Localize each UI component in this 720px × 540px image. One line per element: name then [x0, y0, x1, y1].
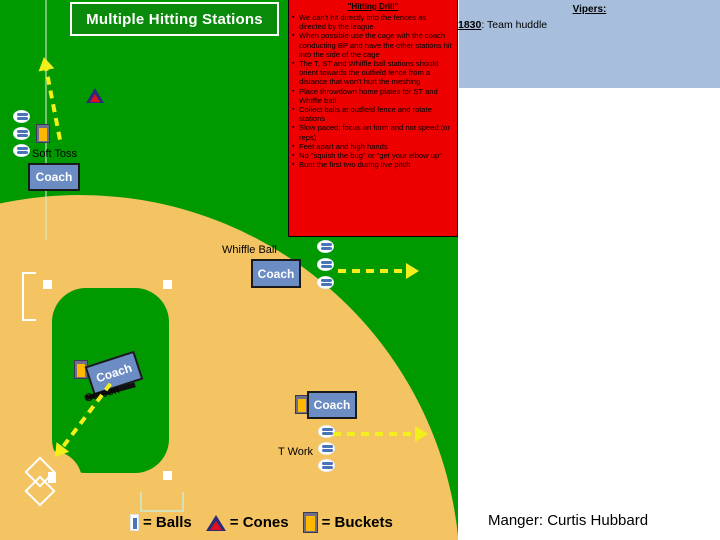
foul-line-extension — [45, 0, 47, 245]
schedule-time: 1830 — [458, 19, 482, 31]
bucket-icon — [36, 124, 50, 143]
bucket-icon — [302, 512, 318, 533]
note-item: The T, ST and Whiffle ball stations shou… — [292, 59, 454, 87]
team-heading: Vipers: — [572, 4, 607, 15]
hitting-drill-notes-panel: "Hitting Drill" We can't hit directly in… — [288, 0, 458, 237]
coach-box-soft-toss[interactable]: Coach — [28, 163, 80, 191]
cone-icon — [205, 514, 226, 531]
coach-box-t-work[interactable]: Coach — [307, 391, 357, 419]
station-label-t-work: T Work — [278, 446, 314, 458]
legend-item-balls: = Balls — [130, 514, 192, 531]
legend-label-balls: = Balls — [143, 514, 192, 531]
base-third — [43, 280, 52, 289]
note-item: When possible use the cage with the coac… — [292, 31, 454, 59]
cone-icon — [86, 88, 104, 103]
ball-icon — [130, 514, 139, 531]
ball-icon — [318, 442, 335, 455]
legend: = Balls = Cones = Buckets — [130, 512, 393, 533]
note-item: Place throwdown home plates for ST and W… — [292, 87, 454, 105]
schedule-entry: 1830: Team huddle — [458, 19, 547, 31]
note-item: Slow paced; focus on form and not speed … — [292, 123, 454, 141]
manager-credit: Manger: Curtis Hubbard — [488, 512, 649, 529]
ball-icon — [13, 110, 30, 123]
base-second — [163, 280, 172, 289]
station-label-soft-toss: Soft Toss — [32, 148, 78, 160]
legend-item-buckets: = Buckets — [302, 512, 393, 533]
page-title: Multiple Hitting Stations — [70, 2, 279, 36]
arrow-line — [338, 269, 408, 273]
note-item: We can't hit directly into the fences as… — [292, 13, 454, 31]
arrow-head-icon — [415, 426, 428, 442]
ball-icon — [13, 127, 30, 140]
coach-box-marking-first — [140, 492, 184, 512]
ball-icon — [318, 459, 335, 472]
note-item: No "squish the bug" or "get your elbow u… — [292, 151, 454, 160]
station-label-whiffle-ball: Whiffle Ball — [222, 244, 277, 256]
coach-box-marking-third — [22, 272, 36, 321]
ball-icon — [317, 240, 334, 253]
coach-box-whiffle-ball[interactable]: Coach — [251, 259, 301, 288]
base-first — [163, 471, 172, 480]
legend-label-cones: = Cones — [229, 514, 289, 531]
note-item: Collect balls at outfield fence and rota… — [292, 105, 454, 123]
ball-icon — [13, 144, 30, 157]
arrow-head-icon — [406, 263, 419, 279]
arrow-line — [333, 432, 417, 436]
notes-heading: "Hitting Drill" — [347, 2, 399, 11]
legend-item-cones: = Cones — [205, 514, 289, 531]
schedule-activity: Team huddle — [487, 19, 548, 31]
note-item: Bunt the first two during live pitch — [292, 160, 454, 169]
ball-icon — [317, 258, 334, 271]
ball-icon — [317, 276, 334, 289]
infield-dirt-top-edge — [40, 240, 225, 248]
legend-label-buckets: = Buckets — [321, 514, 393, 531]
notes-list: We can't hit directly into the fences as… — [292, 13, 454, 170]
note-item: Feet apart and high hands — [292, 142, 454, 151]
slide-canvas: Multiple Hitting Stations "Hitting Drill… — [0, 0, 720, 540]
